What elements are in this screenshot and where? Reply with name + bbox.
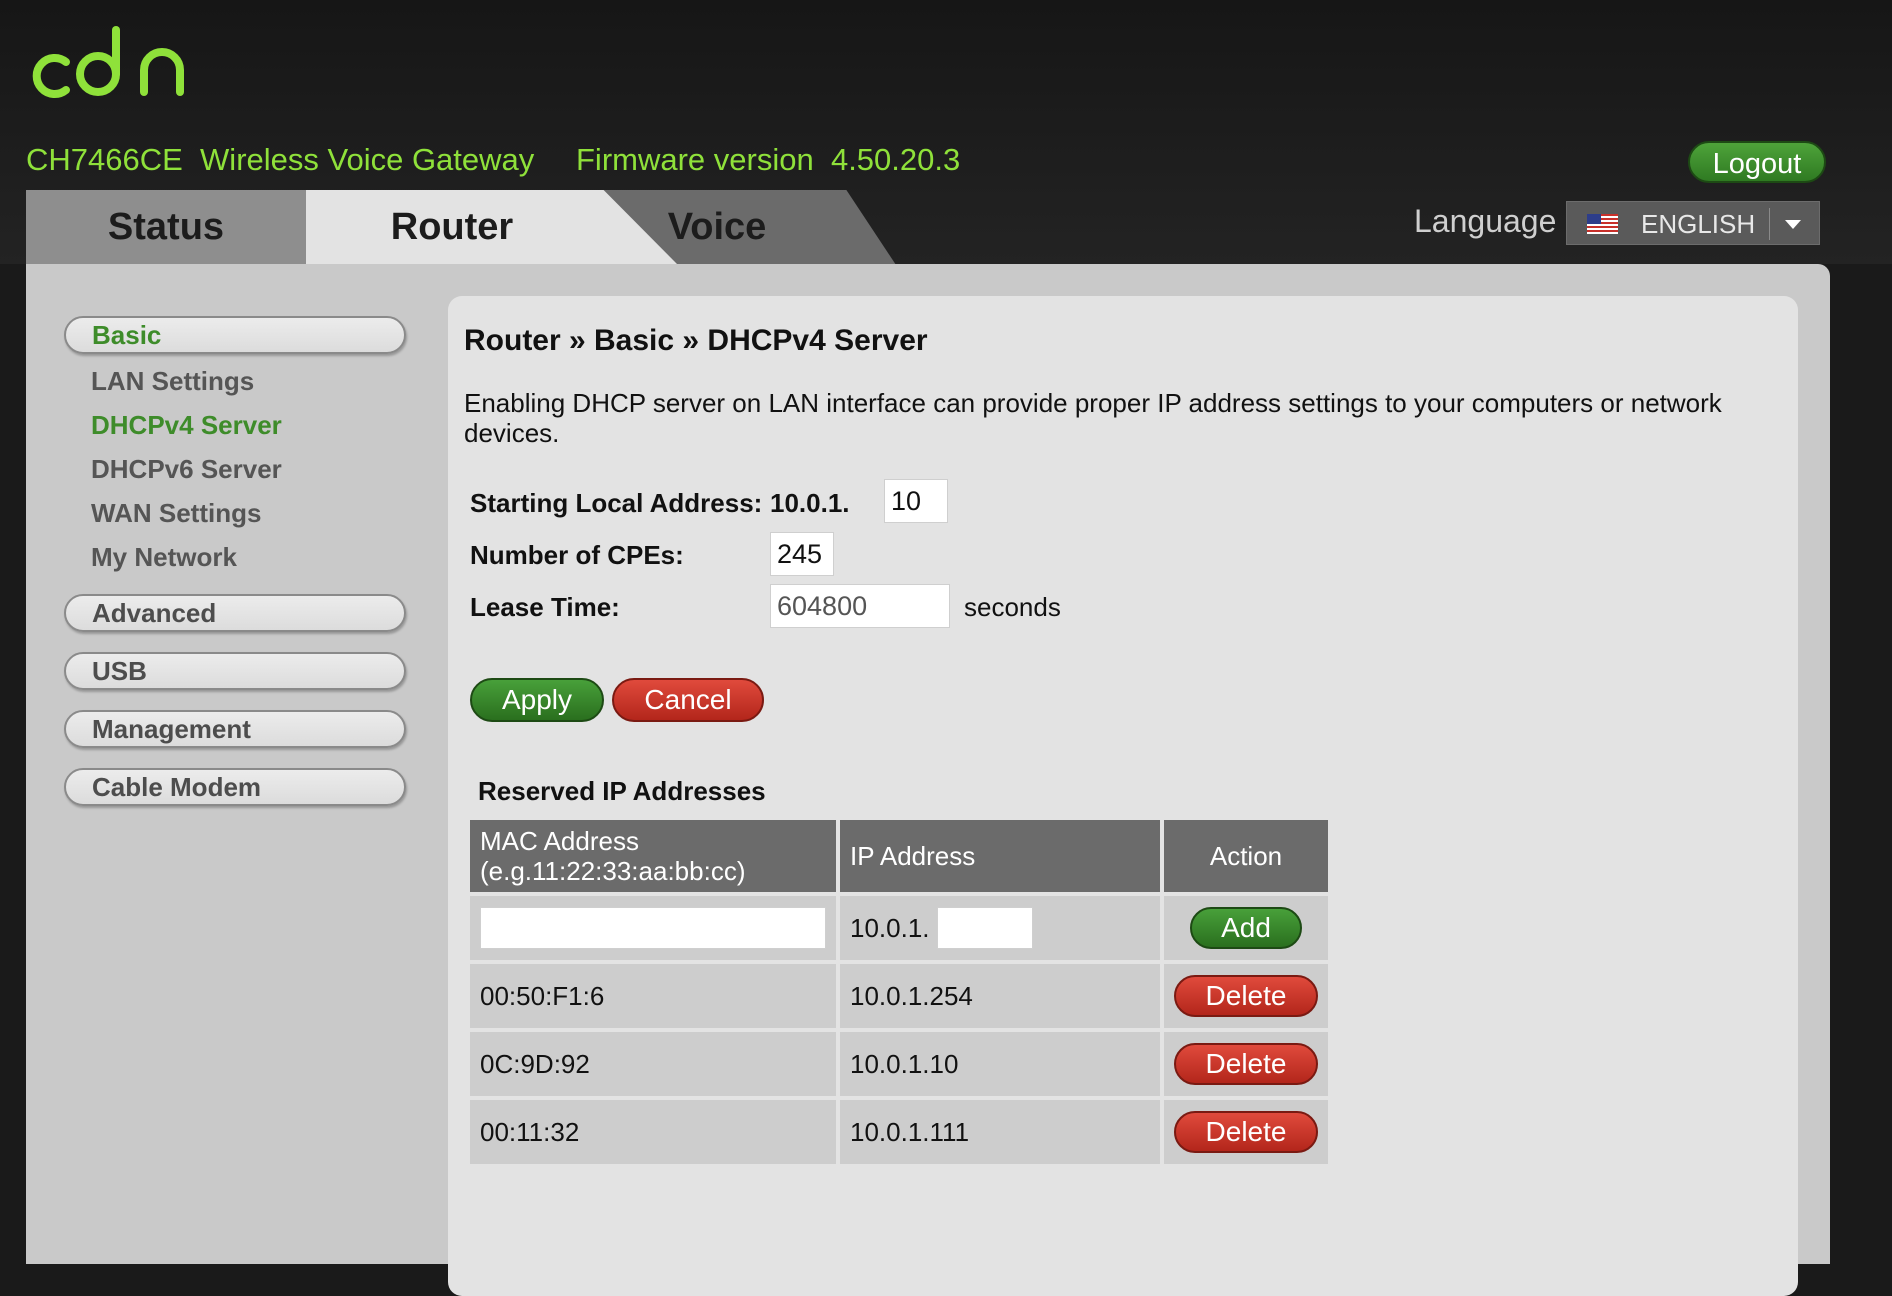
starting-address-input[interactable] [884,479,948,523]
tab-label: Voice [667,206,767,248]
language-label: Language [1414,203,1557,239]
mac-cell: 00:11:32 [470,1100,836,1164]
us-flag-icon [1587,214,1618,234]
action-cell: Delete [1164,1032,1328,1096]
delete-button[interactable]: Delete [1174,975,1318,1017]
table-row: 00:50:F1:6 10.0.1.254 Delete [470,964,1328,1028]
sidebar-group-basic[interactable]: Basic [64,316,406,354]
firmware-info: Firmware version 4.50.20.3 [576,142,960,178]
sidebar-group-usb[interactable]: USB [64,652,406,690]
mac-input-cell [470,896,836,960]
cancel-button[interactable]: Cancel [612,678,764,722]
sidebar-group-cable-modem[interactable]: Cable Modem [64,768,406,806]
page-description: Enabling DHCP server on LAN interface ca… [464,388,1722,448]
cbn-logo [32,26,184,98]
delete-button[interactable]: Delete [1174,1111,1318,1153]
tab-label: Router [390,206,514,248]
language-select[interactable]: ENGLISH [1566,201,1820,245]
table-row: 00:11:32 10.0.1.111 Delete [470,1100,1328,1164]
reserved-section-title: Reserved IP Addresses [478,776,766,806]
ip-prefix: 10.0.1. [850,912,930,943]
ip-input-cell: 10.0.1. [840,896,1160,960]
ip-cell: 10.0.1.111 [840,1100,1160,1164]
tab-status[interactable]: Status [26,190,306,265]
add-button[interactable]: Add [1190,907,1302,949]
mac-header-label: MAC Address [480,826,639,856]
device-title: CH7466CE Wireless Voice Gateway [26,142,534,178]
sidebar-item-wan-settings[interactable]: WAN Settings [91,498,261,529]
select-divider [1769,208,1770,240]
product-name: Wireless Voice Gateway [200,142,535,177]
cpe-count-input[interactable] [770,532,834,576]
main-panel: Basic LAN Settings DHCPv4 Server DHCPv6 … [26,264,1830,1296]
action-cell: Delete [1164,1100,1328,1164]
lease-time-unit: seconds [964,592,1061,622]
apply-button[interactable]: Apply [470,678,604,722]
mac-cell: 0C:9D:92 [470,1032,836,1096]
sidebar-group-management[interactable]: Management [64,710,406,748]
mac-address-input[interactable] [480,907,826,949]
reserved-ip-table: MAC Address (e.g.11:22:33:aa:bb:cc) IP A… [466,816,1332,1168]
cpe-count-label: Number of CPEs: [470,540,684,570]
firmware-label: Firmware version [576,142,814,177]
mac-column-header: MAC Address (e.g.11:22:33:aa:bb:cc) [470,820,836,892]
tab-label: Status [107,206,225,248]
sidebar-item-lan-settings[interactable]: LAN Settings [91,366,254,397]
table-row: 0C:9D:92 10.0.1.10 Delete [470,1032,1328,1096]
chevron-down-icon[interactable] [1785,220,1801,229]
ip-column-header: IP Address [840,820,1160,892]
ip-address-input[interactable] [936,907,1033,949]
delete-button[interactable]: Delete [1174,1043,1318,1085]
mac-cell: 00:50:F1:6 [470,964,836,1028]
action-column-header: Action [1164,820,1328,892]
content-area: Router » Basic » DHCPv4 Server Enabling … [448,296,1798,1296]
main-tabs: Status Voice Router [26,190,926,265]
sidebar-item-dhcpv4-server[interactable]: DHCPv4 Server [91,410,282,441]
breadcrumb: Router » Basic » DHCPv4 Server [464,324,928,357]
action-cell: Add [1164,896,1328,960]
lease-time-label: Lease Time: [470,592,620,622]
mac-header-hint: (e.g.11:22:33:aa:bb:cc) [480,856,746,886]
starting-address-label: Starting Local Address: [470,488,763,518]
logout-button[interactable]: Logout [1688,141,1826,183]
table-header-row: MAC Address (e.g.11:22:33:aa:bb:cc) IP A… [470,820,1328,892]
firmware-version: 4.50.20.3 [830,142,961,177]
ip-cell: 10.0.1.10 [840,1032,1160,1096]
sidebar-item-dhcpv6-server[interactable]: DHCPv6 Server [91,454,282,485]
lease-time-input[interactable] [770,584,950,628]
ip-cell: 10.0.1.254 [840,964,1160,1028]
language-value: ENGLISH [1641,209,1756,239]
model-name: CH7466CE [26,142,183,177]
sidebar-group-advanced[interactable]: Advanced [64,594,406,632]
sidebar-item-my-network[interactable]: My Network [91,542,237,573]
table-row-new: 10.0.1. Add [470,896,1328,960]
top-bar: CH7466CE Wireless Voice Gateway Firmware… [0,0,1892,265]
starting-address-prefix: 10.0.1. [770,488,850,518]
action-cell: Delete [1164,964,1328,1028]
